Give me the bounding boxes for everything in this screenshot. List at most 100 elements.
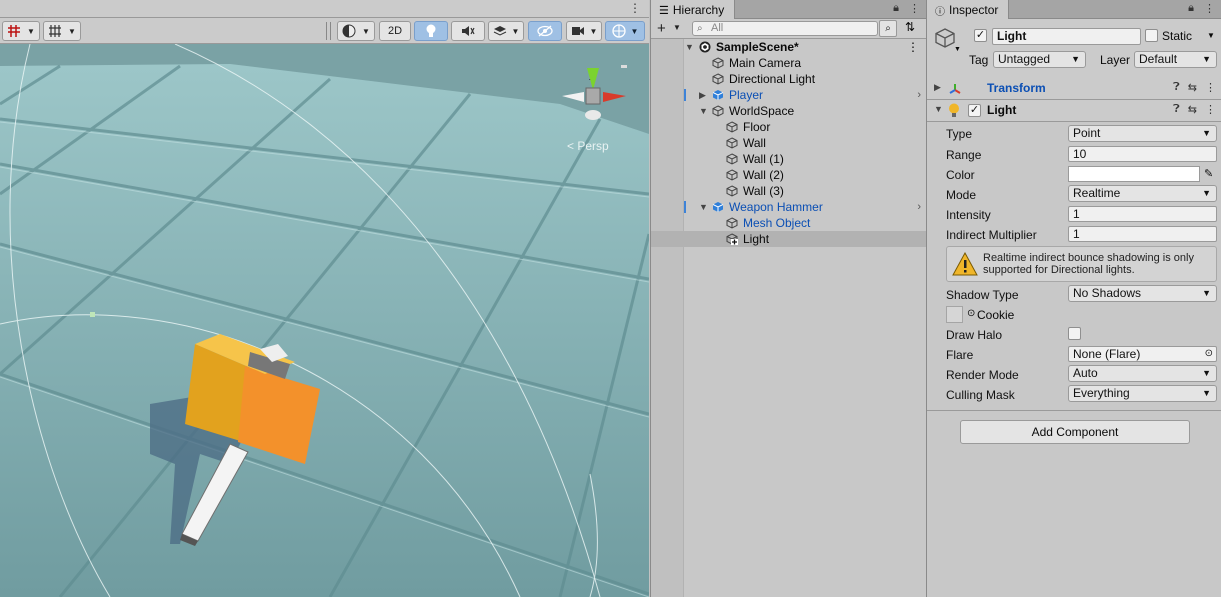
mode-dropdown[interactable]: Realtime ▼	[1068, 185, 1217, 202]
active-checkbox[interactable]: ✓	[974, 29, 987, 42]
hidden-objects-toggle-button[interactable]	[528, 21, 562, 41]
expanded-arrow-icon[interactable]: ▼	[699, 199, 708, 215]
lock-icon[interactable]: 🔒︎	[893, 2, 899, 15]
shading-mode-button[interactable]: ▼	[337, 21, 375, 41]
object-picker-icon[interactable]: ⊙	[967, 308, 975, 319]
grid-visibility-button[interactable]: ▼	[43, 21, 81, 41]
prefab-override-mark	[684, 89, 686, 101]
light-enabled-checkbox[interactable]: ✓	[968, 104, 981, 117]
transform-component-header[interactable]: ▶ Transform ❓︎ ⇆ ⋮	[927, 78, 1221, 100]
tree-row-directional-light[interactable]: Directional Light	[651, 71, 927, 87]
eyedropper-icon[interactable]: ✎	[1204, 167, 1213, 180]
collapsed-arrow-icon[interactable]: ▶	[934, 82, 941, 93]
hierarchy-search-input[interactable]: ⌕ All	[692, 21, 878, 36]
help-icon[interactable]: ❓︎	[1173, 81, 1180, 94]
tree-row-samplescene[interactable]: ▼ SampleScene* ⋮	[651, 39, 927, 55]
color-swatch[interactable]	[1068, 166, 1200, 182]
tree-row-light[interactable]: Light	[651, 231, 927, 247]
gizmo-neg-y-axis[interactable]	[585, 110, 601, 120]
toolbar-divider	[326, 22, 327, 40]
lighting-toggle-button[interactable]	[414, 21, 448, 41]
sort-icon[interactable]: ⇅	[905, 20, 915, 34]
tree-row-wall-3[interactable]: Wall (3)	[651, 183, 927, 199]
mode-2d-button[interactable]: 2D	[379, 21, 411, 41]
more-options-icon[interactable]: ⋮	[1204, 2, 1215, 15]
search-icon: ⌕	[697, 23, 703, 34]
add-component-button[interactable]: Add Component	[960, 420, 1190, 444]
projection-label[interactable]: < Persp	[567, 139, 609, 153]
help-icon[interactable]: ❓︎	[1173, 103, 1180, 116]
indirect-multiplier-field[interactable]: 1	[1068, 226, 1217, 242]
inspector-tab-actions: 🔒︎ ⋮	[1188, 2, 1215, 15]
gizmos-button[interactable]: ▼	[605, 21, 645, 41]
gizmo-center[interactable]	[585, 87, 601, 105]
effects-button[interactable]: ▼	[488, 21, 524, 41]
scene-view[interactable]: ⋮ ▼ ▼ ▼ 2D ▼ ▼ ▼ < Persp	[0, 0, 649, 597]
presets-icon[interactable]: ⇆	[1188, 103, 1197, 116]
culling-mask-value: Everything	[1073, 386, 1130, 400]
static-checkbox[interactable]	[1145, 29, 1158, 42]
collapsed-arrow-icon[interactable]: ▶	[699, 87, 706, 103]
tag-dropdown[interactable]: Untagged ▼	[993, 51, 1086, 68]
gizmo-handle[interactable]	[90, 312, 95, 317]
prefab-cube-icon	[712, 202, 724, 212]
chevron-right-icon[interactable]: ›	[917, 87, 921, 103]
scene-viewport[interactable]: y < Persp	[0, 43, 649, 597]
gameobject-cube-icon	[712, 57, 724, 69]
tree-row-worldspace[interactable]: ▼ WorldSpace	[651, 103, 927, 119]
chevron-down-icon: ▼	[1202, 128, 1211, 138]
culling-mask-dropdown[interactable]: Everything ▼	[1068, 385, 1217, 402]
tree-row-wall[interactable]: Wall	[651, 135, 927, 151]
tree-row-wall-2[interactable]: Wall (2)	[651, 167, 927, 183]
camera-settings-button[interactable]: ▼	[566, 21, 602, 41]
render-mode-dropdown[interactable]: Auto ▼	[1068, 365, 1217, 382]
tree-row-main-camera[interactable]: Main Camera	[651, 55, 927, 71]
draw-halo-checkbox[interactable]	[1068, 327, 1081, 340]
chevron-down-icon: ▼	[630, 26, 639, 36]
more-options-icon[interactable]: ⋮	[1205, 103, 1216, 116]
chevron-down-icon[interactable]: ▼	[1207, 31, 1215, 40]
layer-dropdown[interactable]: Default ▼	[1134, 51, 1217, 68]
add-object-button[interactable]: +	[657, 20, 666, 37]
lock-icon[interactable]: 🔒︎	[1188, 2, 1194, 15]
light-component-header[interactable]: ▼ ✓ Light ❓︎ ⇆ ⋮	[927, 100, 1221, 122]
range-field[interactable]: 10	[1068, 146, 1217, 162]
object-picker-icon[interactable]: ⊙	[1205, 347, 1213, 361]
more-options-icon[interactable]: ⋮	[1205, 81, 1216, 94]
tree-row-weapon-hammer[interactable]: ▼ Weapon Hammer ›	[651, 199, 927, 215]
intensity-field[interactable]: 1	[1068, 206, 1217, 222]
expanded-arrow-icon[interactable]: ▼	[699, 103, 708, 119]
chevron-down-icon: ▼	[1202, 54, 1211, 64]
snap-toggle-button[interactable]: ▼	[2, 21, 40, 41]
shadow-type-dropdown[interactable]: No Shadows ▼	[1068, 285, 1217, 302]
tree-row-wall-1[interactable]: Wall (1)	[651, 151, 927, 167]
cookie-texture-slot[interactable]	[946, 306, 963, 323]
more-options-icon[interactable]: ⋮	[909, 2, 920, 15]
expanded-arrow-icon[interactable]: ▼	[934, 104, 943, 114]
chevron-down-icon[interactable]: ▼	[954, 46, 961, 53]
expanded-arrow-icon[interactable]: ▼	[685, 39, 694, 55]
gameobject-header: ▼ ✓ Light Static ▼ Tag Untagged ▼ Layer …	[927, 19, 1221, 79]
chevron-down-icon: ▼	[1202, 288, 1211, 298]
tree-row-floor[interactable]: Floor	[651, 119, 927, 135]
flare-label: Flare	[946, 348, 974, 362]
tree-row-player[interactable]: ▶ Player ›	[651, 87, 927, 103]
chevron-right-icon[interactable]: ›	[917, 199, 921, 215]
tab-hierarchy[interactable]: ☰ Hierarchy	[651, 0, 736, 20]
presets-icon[interactable]: ⇆	[1188, 81, 1197, 94]
tree-row-mesh-object[interactable]: Mesh Object	[651, 215, 927, 231]
tab-inspector[interactable]: ⓘ Inspector	[927, 0, 1010, 20]
audio-toggle-button[interactable]	[451, 21, 485, 41]
gameobject-cube-icon[interactable]	[934, 27, 956, 49]
flare-object-field[interactable]: None (Flare) ⊙	[1068, 346, 1217, 362]
render-mode-value: Auto	[1073, 366, 1098, 380]
object-name-field[interactable]: Light	[992, 28, 1141, 45]
search-filter-button[interactable]: ⌕	[879, 20, 897, 37]
transform-actions: ❓︎ ⇆ ⋮	[1173, 81, 1216, 94]
more-options-icon[interactable]: ⋮	[629, 1, 641, 15]
chevron-down-icon[interactable]: ▼	[673, 23, 681, 32]
more-options-icon[interactable]: ⋮	[907, 39, 919, 55]
tree-row-label: Wall (2)	[743, 168, 784, 182]
gizmo-lock[interactable]	[621, 65, 627, 68]
type-dropdown[interactable]: Point ▼	[1068, 125, 1217, 142]
